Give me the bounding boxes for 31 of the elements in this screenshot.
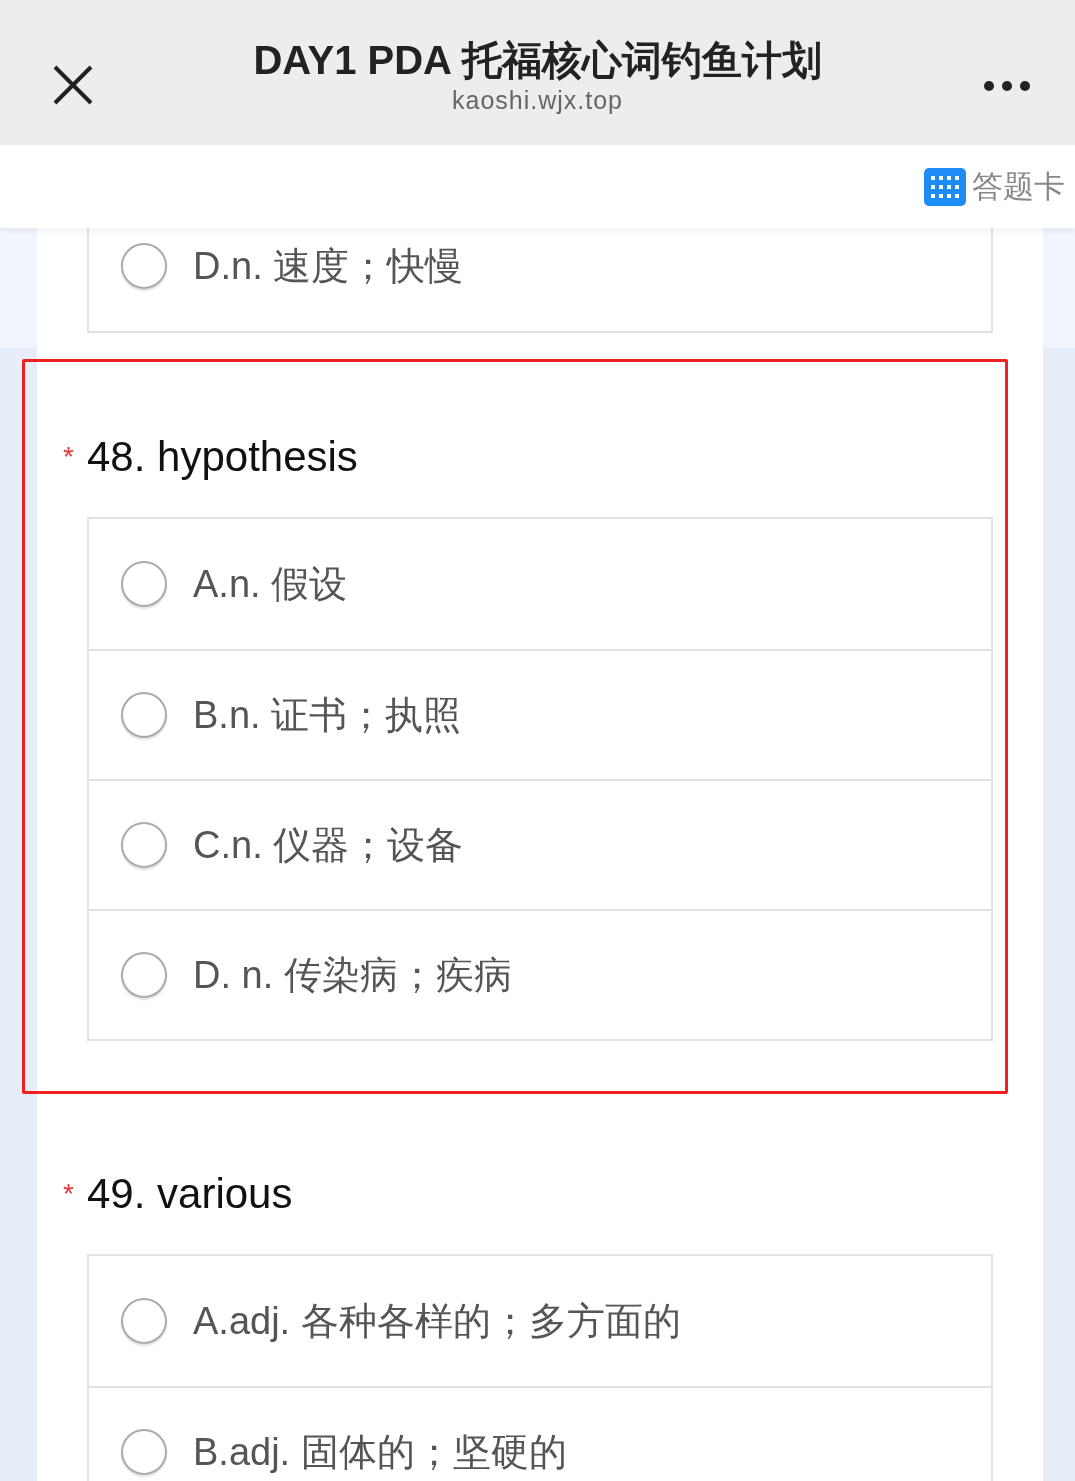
radio-button[interactable] (121, 561, 167, 607)
page-title: DAY1 PDA 托福核心词钓鱼计划 (253, 37, 822, 84)
close-icon[interactable] (52, 64, 94, 106)
question-title: 48. hypothesis (87, 433, 358, 481)
option-label: A.n. 假设 (193, 561, 348, 607)
more-icon[interactable] (983, 80, 1031, 92)
option-label: D.n. 速度；快慢 (193, 243, 464, 289)
option-row[interactable]: D.n. 速度；快慢 (89, 228, 991, 331)
question-title: 49. various (87, 1170, 293, 1218)
required-mark: * (63, 441, 75, 473)
option-row[interactable]: B.n. 证书；执照 (89, 649, 991, 779)
radio-button[interactable] (121, 243, 167, 289)
option-label: B.n. 证书；执照 (193, 692, 462, 738)
option-row[interactable]: B.adj. 固体的；坚硬的 (89, 1386, 991, 1481)
option-row[interactable]: D. n. 传染病；疾病 (89, 909, 991, 1039)
option-row[interactable]: A.n. 假设 (89, 519, 991, 649)
radio-button[interactable] (121, 1298, 167, 1344)
option-row[interactable]: A.adj. 各种各样的；多方面的 (89, 1256, 991, 1386)
grid-icon (924, 167, 966, 206)
option-label: D. n. 传染病；疾病 (193, 952, 512, 998)
option-row[interactable]: C.n. 仪器；设备 (89, 779, 991, 909)
radio-button[interactable] (121, 692, 167, 738)
radio-button[interactable] (121, 952, 167, 998)
option-label: C.n. 仪器；设备 (193, 822, 464, 868)
option-label: A.adj. 各种各样的；多方面的 (193, 1298, 681, 1344)
radio-button[interactable] (121, 1429, 167, 1475)
radio-button[interactable] (121, 822, 167, 868)
option-label: B.adj. 固体的；坚硬的 (193, 1429, 567, 1475)
site-address: kaoshi.wjx.top (452, 86, 623, 115)
required-mark: * (63, 1178, 75, 1210)
answer-card-button[interactable]: 答题卡 (924, 165, 1065, 208)
